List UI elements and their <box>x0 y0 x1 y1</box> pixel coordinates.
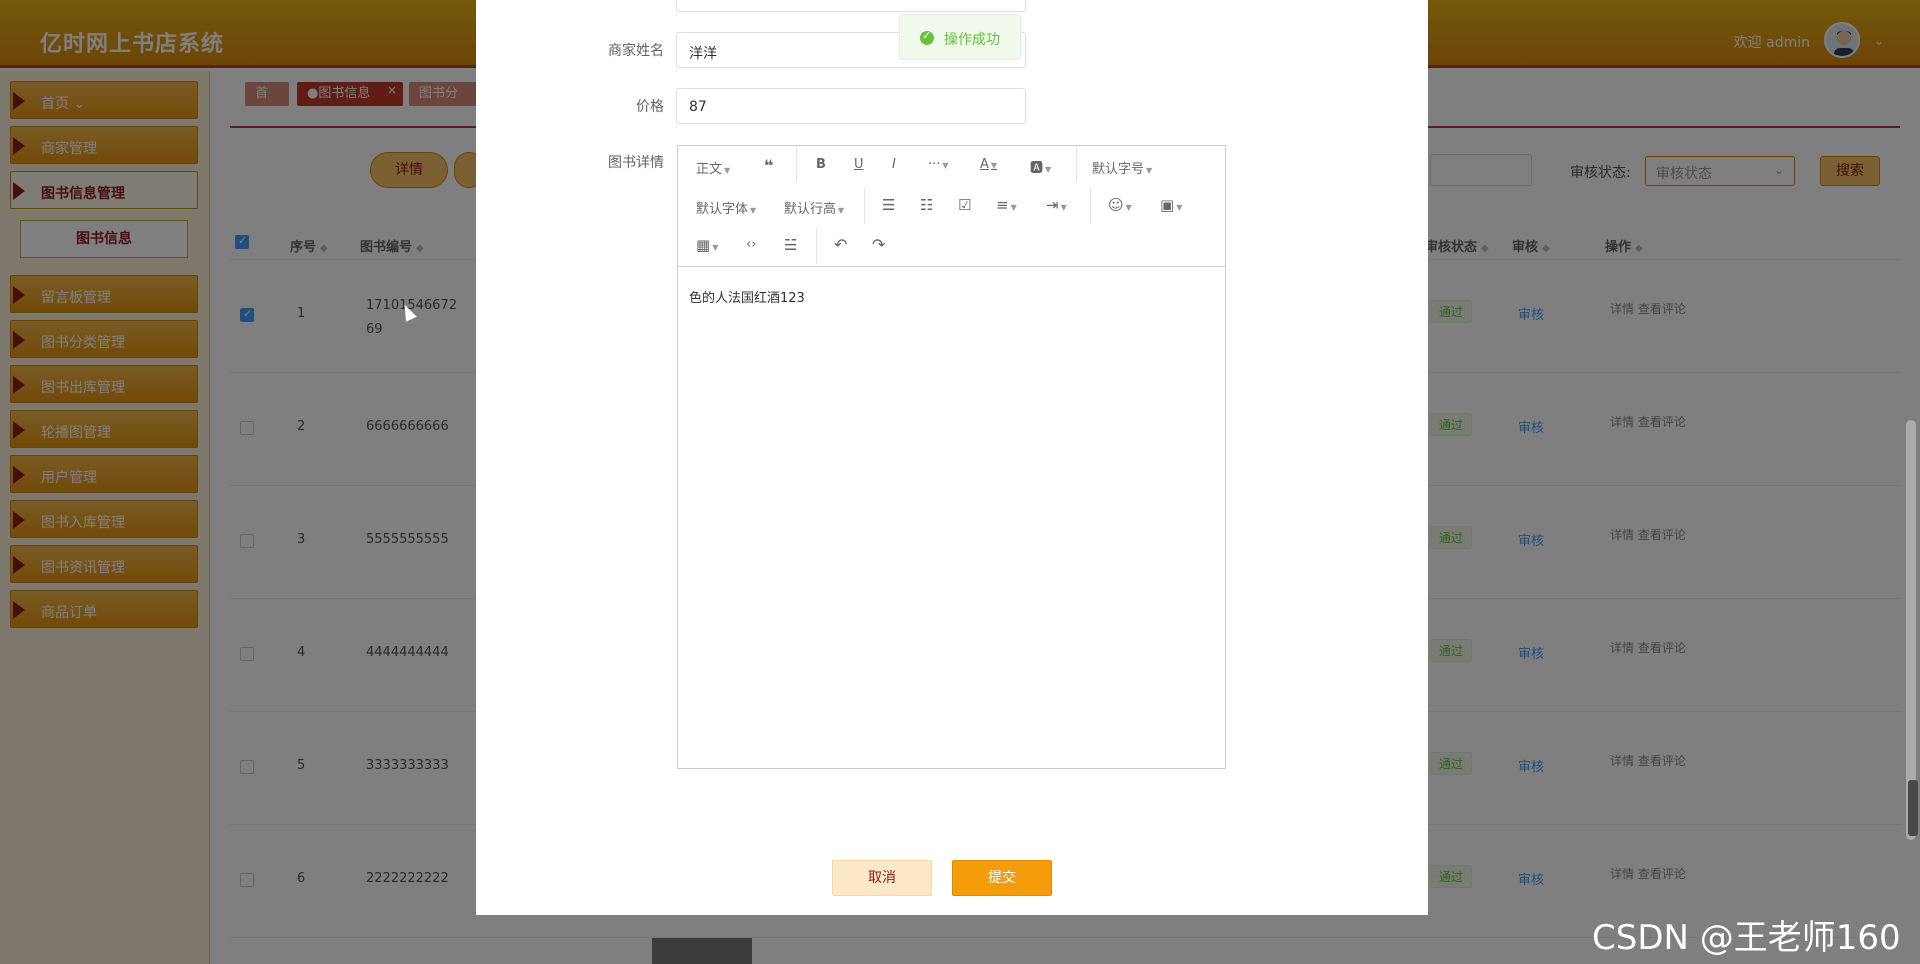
caret-down-icon: ▼ <box>942 161 949 170</box>
app-root: 亿时网上书店系统 欢迎 admin ⌄ 首页 ⌄ 商家管理 图书信息管理 图书信… <box>0 0 1920 964</box>
submit-button[interactable]: 提交 <box>952 860 1052 896</box>
book-detail-label: 图书详情 <box>608 155 664 171</box>
paragraph-format-label: 正文 <box>696 162 723 177</box>
previous-field-input[interactable] <box>676 0 1026 12</box>
toolbar-separator <box>1090 188 1091 224</box>
code-icon[interactable]: ‹› <box>746 237 756 252</box>
caret-down-icon: ▼ <box>1125 203 1132 212</box>
redo-icon[interactable]: ↷ <box>872 235 885 254</box>
price-value: 87 <box>689 99 707 115</box>
merchant-name-value: 洋洋 <box>689 46 717 62</box>
paragraph-format-dropdown[interactable]: 正文 ▼ <box>696 158 730 177</box>
toolbar-separator <box>864 188 865 224</box>
caret-down-icon: ▼ <box>724 166 731 175</box>
toolbar-separator <box>1076 146 1077 182</box>
font-size-dropdown[interactable]: 默认字号 ▼ <box>1092 158 1152 177</box>
toolbar-separator <box>816 228 817 264</box>
editor-toolbar: 正文 ▼ ❝ B U I ··· ▼ A ▼ 🅰 ▼ 默认字号 ▼ 默认字体 ▼ 默认行高 ▼… <box>678 146 1225 267</box>
emoji-icon[interactable]: ☺ ▼ <box>1108 196 1132 214</box>
align-icon[interactable]: ≡ ▼ <box>996 196 1017 214</box>
image-icon[interactable]: ▣ ▼ <box>1160 196 1182 214</box>
caret-down-icon: ▼ <box>1176 203 1183 212</box>
watermark: CSDN @王老师160 <box>1592 918 1901 958</box>
font-family-label: 默认字体 <box>696 202 749 217</box>
caret-down-icon: ▼ <box>712 243 719 252</box>
line-height-dropdown[interactable]: 默认行高 ▼ <box>784 198 844 217</box>
success-toast: 操作成功 <box>899 14 1021 60</box>
caret-down-icon: ▼ <box>750 206 757 215</box>
bullet-list-icon[interactable]: ☰ <box>882 196 895 214</box>
indent-icon[interactable]: ⇥ ▼ <box>1046 196 1067 214</box>
line-height-label: 默认行高 <box>784 202 837 217</box>
caret-down-icon: ▼ <box>1146 166 1153 175</box>
price-input[interactable]: 87 <box>676 88 1026 124</box>
numbered-list-icon[interactable]: ☷ <box>920 196 933 214</box>
caret-down-icon: ▼ <box>1010 203 1017 212</box>
cancel-button[interactable]: 取消 <box>832 860 932 896</box>
more-icon[interactable]: ··· ▼ <box>928 157 949 172</box>
table-icon[interactable]: ▦ ▼ <box>696 236 718 254</box>
caret-down-icon: ▼ <box>990 161 998 170</box>
undo-icon[interactable]: ↶ <box>834 235 847 254</box>
background-color-icon[interactable]: 🅰 ▼ <box>1030 157 1051 176</box>
bold-icon[interactable]: B <box>816 157 826 172</box>
divider-icon[interactable]: ☱ <box>784 236 797 254</box>
page-scrollbar[interactable] <box>1906 420 1916 840</box>
underline-icon[interactable]: U <box>854 157 864 172</box>
font-color-icon[interactable]: A ▼ <box>980 157 997 172</box>
font-family-dropdown[interactable]: 默认字体 ▼ <box>696 198 756 217</box>
toast-message: 操作成功 <box>944 32 1000 48</box>
font-size-label: 默认字号 <box>1092 162 1145 177</box>
success-check-icon <box>920 29 934 45</box>
price-label: 价格 <box>636 99 664 115</box>
caret-down-icon: ▼ <box>1045 165 1052 174</box>
merchant-name-label: 商家姓名 <box>608 43 664 59</box>
quote-icon[interactable]: ❝ <box>764 156 773 175</box>
toolbar-separator <box>796 146 797 182</box>
caret-down-icon: ▼ <box>838 206 845 215</box>
caret-down-icon: ▼ <box>1060 203 1067 212</box>
scroll-handle[interactable] <box>1908 780 1918 836</box>
italic-icon[interactable]: I <box>892 157 896 172</box>
checkbox-list-icon[interactable]: ☑ <box>958 196 971 214</box>
rich-text-editor: 正文 ▼ ❝ B U I ··· ▼ A ▼ 🅰 ▼ 默认字号 ▼ 默认字体 ▼ 默认行高 ▼… <box>677 145 1226 769</box>
editor-content[interactable]: 色的人法国红酒123 <box>689 287 805 306</box>
